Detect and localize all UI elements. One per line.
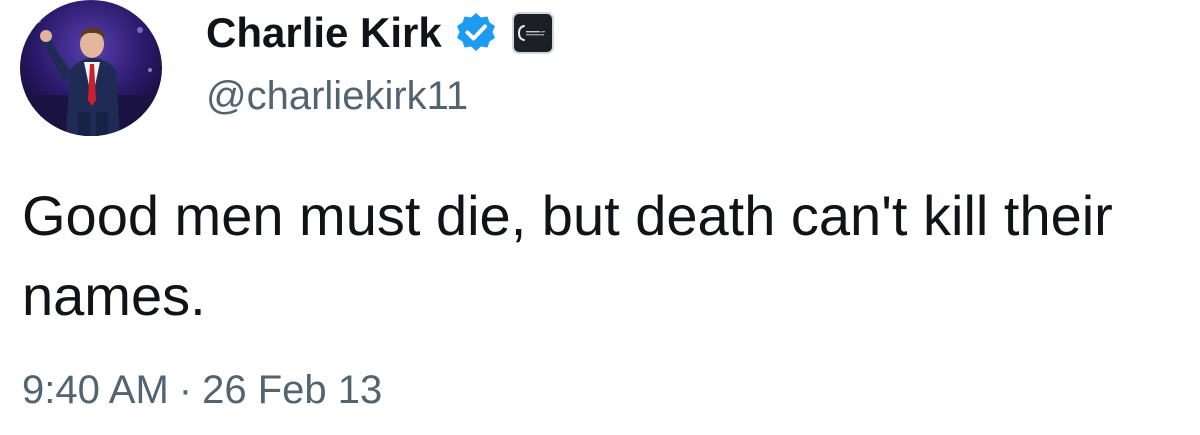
tweet-timestamp: 9:40 AM · 26 Feb 13 <box>22 366 382 414</box>
organization-badge-icon[interactable] <box>511 12 554 54</box>
timestamp-separator: · <box>178 368 193 412</box>
tweet-text: Good men must die, but death can't kill … <box>22 184 1113 327</box>
avatar-image <box>20 0 162 136</box>
display-name[interactable]: Charlie Kirk <box>206 8 442 58</box>
tweet-date[interactable]: 26 Feb 13 <box>202 366 382 414</box>
tweet-time[interactable]: 9:40 AM <box>22 366 169 414</box>
author-handle[interactable]: @charliekirk11 <box>206 72 468 120</box>
avatar[interactable] <box>20 0 162 136</box>
verified-badge-icon <box>454 11 498 55</box>
author-name-row: Charlie Kirk <box>206 8 554 58</box>
tweet-card: Charlie Kirk @charliekirk11 Good men mus… <box>0 0 1200 435</box>
